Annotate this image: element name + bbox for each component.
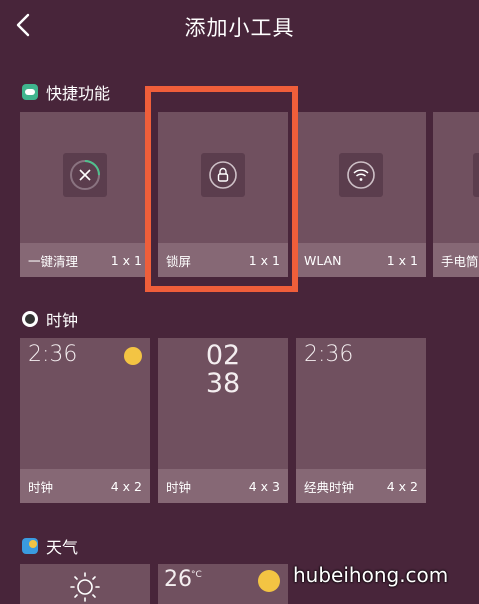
toggle-icon bbox=[22, 84, 38, 100]
section-header-weather: 天气 bbox=[22, 534, 78, 558]
clock-time: 2:36 bbox=[304, 342, 354, 367]
flashlight-icon bbox=[473, 153, 479, 197]
section-title: 时钟 bbox=[46, 311, 79, 330]
clock-icon bbox=[22, 311, 38, 327]
weather-icon bbox=[22, 538, 38, 554]
section-title: 天气 bbox=[46, 538, 79, 557]
card-size: 4 x 2 bbox=[386, 478, 418, 494]
widget-card-clock-4x2[interactable]: 2:36 时钟 4 x 2 bbox=[20, 338, 150, 503]
clock-minute: 38 bbox=[205, 368, 241, 399]
section-header-shortcuts: 快捷功能 bbox=[22, 80, 110, 104]
card-size: 1 x 1 bbox=[110, 252, 142, 268]
widget-card-wlan[interactable]: WLAN 1 x 1 bbox=[296, 112, 426, 277]
card-size: 4 x 2 bbox=[110, 478, 142, 494]
clock-time: 2:36 bbox=[28, 342, 78, 367]
widget-card-classic-clock[interactable]: 2:36 经典时钟 4 x 2 bbox=[296, 338, 426, 503]
sun-outline-icon bbox=[70, 572, 100, 602]
card-footer: 时钟 4 x 3 bbox=[158, 469, 288, 503]
widget-card-flashlight[interactable]: 手电筒 bbox=[433, 112, 479, 277]
clock-stacked-time: 02 38 bbox=[158, 342, 288, 398]
section-title: 快捷功能 bbox=[46, 84, 111, 103]
widget-card-weather-2[interactable]: 26 °C bbox=[158, 564, 288, 604]
card-label: 手电筒 bbox=[441, 253, 479, 269]
watermark: hubeihong.com bbox=[293, 563, 449, 587]
clock-hour: 02 bbox=[205, 340, 241, 371]
card-footer: WLAN 1 x 1 bbox=[296, 243, 426, 277]
temperature-unit: °C bbox=[191, 570, 202, 580]
card-footer: 手电筒 bbox=[433, 243, 479, 277]
highlight-box bbox=[145, 86, 298, 292]
card-size: 4 x 3 bbox=[248, 478, 280, 494]
widget-card-clock-4x3[interactable]: 02 38 时钟 4 x 3 bbox=[158, 338, 288, 503]
card-size: 1 x 1 bbox=[386, 252, 418, 268]
card-label: 经典时钟 bbox=[304, 479, 355, 495]
card-label: 时钟 bbox=[166, 479, 192, 495]
wifi-icon bbox=[339, 153, 383, 197]
page-title: 添加小工具 bbox=[184, 16, 295, 40]
card-footer: 经典时钟 4 x 2 bbox=[296, 469, 426, 503]
sun-icon bbox=[258, 570, 280, 592]
top-bar: 添加小工具 bbox=[0, 0, 479, 50]
card-label: 一键清理 bbox=[28, 253, 79, 269]
sun-icon bbox=[124, 347, 142, 365]
card-label: 时钟 bbox=[28, 479, 54, 495]
temperature-value: 26 bbox=[164, 567, 192, 592]
card-footer: 一键清理 1 x 1 bbox=[20, 243, 150, 277]
widget-card-clean[interactable]: 一键清理 1 x 1 bbox=[20, 112, 150, 277]
section-header-clock: 时钟 bbox=[22, 307, 78, 331]
widget-card-weather-1[interactable] bbox=[20, 564, 150, 604]
card-label: WLAN bbox=[304, 252, 342, 268]
clean-icon bbox=[63, 153, 107, 197]
card-footer: 时钟 4 x 2 bbox=[20, 469, 150, 503]
